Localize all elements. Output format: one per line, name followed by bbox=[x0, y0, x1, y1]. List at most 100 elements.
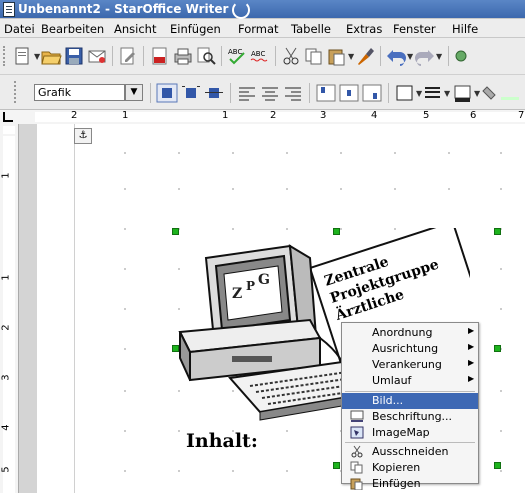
selection-handle[interactable] bbox=[494, 345, 501, 352]
ruler-text-area bbox=[35, 112, 525, 122]
frame-toolbar: Grafik ▼ ▼ ▼ ▼ bbox=[0, 75, 525, 110]
vertical-ruler[interactable]: 1 1 2 3 4 5 bbox=[0, 124, 19, 493]
menu-item-imagemap[interactable]: ImageMap bbox=[342, 425, 478, 441]
menu-item-kopieren[interactable]: Kopieren bbox=[342, 460, 478, 476]
separator bbox=[275, 46, 276, 66]
menu-separator bbox=[345, 391, 475, 392]
document-heading[interactable]: Inhalt: bbox=[186, 430, 258, 452]
align-top-icon[interactable] bbox=[315, 83, 337, 103]
toolbar-grip[interactable] bbox=[14, 81, 19, 103]
grid-dot bbox=[394, 188, 396, 190]
hyperlink-icon[interactable] bbox=[454, 46, 468, 66]
selection-handle[interactable] bbox=[333, 228, 340, 235]
menu-item-label: Einfügen bbox=[372, 477, 421, 490]
undo-icon[interactable] bbox=[385, 46, 407, 66]
svg-text:ABC: ABC bbox=[251, 50, 265, 58]
cut-icon[interactable] bbox=[280, 46, 302, 66]
menu-item-umlauf[interactable]: Umlauf ▶ bbox=[342, 373, 478, 389]
line-style-icon[interactable] bbox=[422, 83, 444, 103]
undo-dropdown-icon[interactable]: ▼ bbox=[407, 52, 413, 61]
align-middle-icon[interactable] bbox=[338, 83, 360, 103]
grid-dot bbox=[178, 152, 180, 154]
wrap-off-icon[interactable] bbox=[156, 83, 178, 103]
wrap-page-icon[interactable] bbox=[180, 83, 202, 103]
menu-hilfe[interactable]: Hilfe bbox=[452, 22, 478, 36]
selection-handle[interactable] bbox=[494, 462, 501, 469]
tab-stop-selector[interactable] bbox=[3, 112, 13, 122]
menu-item-beschriftung[interactable]: Beschriftung... bbox=[342, 409, 478, 425]
autospellcheck-icon[interactable]: ABC bbox=[249, 46, 271, 66]
format-paintbrush-icon[interactable] bbox=[354, 46, 376, 66]
horizontal-ruler[interactable]: 2 1 1 2 3 4 5 6 7 bbox=[0, 110, 525, 125]
style-dropdown-button[interactable]: ▼ bbox=[125, 84, 143, 101]
open-icon[interactable] bbox=[40, 46, 62, 66]
email-icon[interactable] bbox=[86, 46, 108, 66]
grid-dot bbox=[500, 268, 502, 270]
spellcheck-icon[interactable]: ABC bbox=[226, 46, 248, 66]
separator bbox=[112, 46, 113, 66]
menu-item-einfuegen[interactable]: Einfügen bbox=[342, 476, 478, 490]
ruler-number: 4 bbox=[371, 110, 378, 121]
align-center-icon[interactable] bbox=[259, 83, 281, 103]
ruler-number: 3 bbox=[0, 374, 12, 381]
grid-dot bbox=[340, 152, 342, 154]
menu-tabelle[interactable]: Tabelle bbox=[291, 22, 331, 36]
page-preview-icon[interactable] bbox=[195, 46, 217, 66]
menu-fenster[interactable]: Fenster bbox=[393, 22, 436, 36]
window-title: Unbenannt2 - StarOffice Writer bbox=[18, 2, 229, 16]
ruler-number: 1 bbox=[0, 172, 12, 179]
selection-handle[interactable] bbox=[172, 228, 179, 235]
menu-format[interactable]: Format bbox=[238, 22, 279, 36]
export-pdf-icon[interactable] bbox=[149, 46, 171, 66]
menu-item-label: Ausschneiden bbox=[372, 445, 449, 458]
align-right-icon[interactable] bbox=[282, 83, 304, 103]
selection-handle[interactable] bbox=[333, 462, 340, 469]
separator bbox=[150, 83, 151, 103]
border-color-icon[interactable] bbox=[452, 83, 474, 103]
edit-file-icon[interactable] bbox=[117, 46, 139, 66]
style-select[interactable]: Grafik bbox=[34, 84, 125, 101]
menu-item-bild[interactable]: Bild... bbox=[342, 393, 478, 409]
ruler-number: 5 bbox=[423, 110, 430, 121]
align-bottom-icon[interactable] bbox=[361, 83, 383, 103]
new-document-icon[interactable] bbox=[12, 46, 34, 66]
grid-dot bbox=[124, 308, 126, 310]
grid-dot bbox=[500, 152, 502, 154]
toolbar-grip[interactable] bbox=[3, 46, 8, 66]
menu-item-verankerung[interactable]: Verankerung ▶ bbox=[342, 357, 478, 373]
selection-handle[interactable] bbox=[172, 345, 179, 352]
print-icon[interactable] bbox=[172, 46, 194, 66]
page-margin-area bbox=[19, 124, 37, 493]
menu-item-ausschneiden[interactable]: Ausschneiden bbox=[342, 444, 478, 460]
context-menu: Anordnung ▶ Ausrichtung ▶ Verankerung ▶ … bbox=[341, 322, 479, 490]
submenu-arrow-icon: ▶ bbox=[468, 358, 475, 367]
ruler-number: 6 bbox=[470, 110, 477, 121]
menu-item-ausrichtung[interactable]: Ausrichtung ▶ bbox=[342, 341, 478, 357]
grid-dot bbox=[124, 152, 126, 154]
menu-datei[interactable]: Datei bbox=[4, 22, 35, 36]
redo-icon[interactable] bbox=[414, 46, 436, 66]
paste-icon[interactable] bbox=[326, 46, 348, 66]
ruler-number: 7 bbox=[518, 110, 525, 121]
menu-extras[interactable]: Extras bbox=[346, 22, 382, 36]
redo-dropdown-icon[interactable]: ▼ bbox=[436, 52, 442, 61]
menu-einfuegen[interactable]: Einfügen bbox=[170, 22, 221, 36]
anchor-icon[interactable]: ⚓ bbox=[74, 128, 92, 144]
menu-item-anordnung[interactable]: Anordnung ▶ bbox=[342, 325, 478, 341]
menu-item-label: ImageMap bbox=[372, 426, 430, 439]
align-left-icon[interactable] bbox=[236, 83, 258, 103]
borders-icon[interactable] bbox=[394, 83, 416, 103]
selection-handle[interactable] bbox=[494, 228, 501, 235]
save-icon[interactable] bbox=[63, 46, 85, 66]
line-style-dropdown-icon[interactable]: ▼ bbox=[444, 89, 450, 98]
border-color-dropdown-icon[interactable]: ▼ bbox=[474, 89, 480, 98]
background-color-icon[interactable] bbox=[481, 83, 521, 103]
title-bar: Unbenannt2 - StarOffice Writer bbox=[0, 0, 525, 19]
copy-icon[interactable] bbox=[303, 46, 325, 66]
ruler-margin bbox=[3, 126, 15, 134]
wrap-through-icon[interactable] bbox=[203, 83, 225, 103]
svg-text:G: G bbox=[258, 272, 270, 288]
copy-icon bbox=[350, 461, 363, 474]
menu-ansicht[interactable]: Ansicht bbox=[114, 22, 156, 36]
menu-bearbeiten[interactable]: Bearbeiten bbox=[41, 22, 104, 36]
